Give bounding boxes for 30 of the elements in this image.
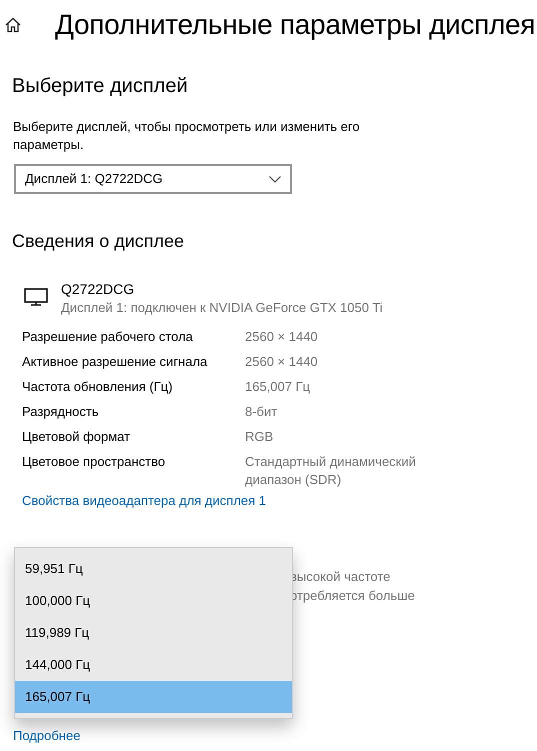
display-dropdown[interactable]: Дисплей 1: Q2722DCG <box>14 164 292 194</box>
property-label: Разрядность <box>22 403 100 421</box>
property-value: 2560 × 1440 <box>245 353 319 371</box>
property-label: Цветовой формат <box>22 428 132 446</box>
menu-item[interactable]: 165,007 Гц <box>15 681 292 713</box>
property-label: Разрешение рабочего стола <box>22 328 194 346</box>
description-text: отребляется больше <box>290 586 415 604</box>
menu-item[interactable]: 100,000 Гц <box>15 585 292 617</box>
chevron-down-icon <box>269 176 281 182</box>
home-icon[interactable] <box>5 17 21 33</box>
property-label: Частота обновления (Гц) <box>22 378 174 396</box>
monitor-name: Q2722DCG <box>61 280 136 298</box>
property-label: Активное разрешение сигнала <box>22 353 208 371</box>
learn-more-link[interactable]: Подробнее <box>13 726 80 746</box>
adapter-properties-link[interactable]: Свойства видеоадаптера для дисплея 1 <box>22 491 266 510</box>
property-value: RGB <box>245 428 274 446</box>
menu-item[interactable]: 59,951 Гц <box>15 553 292 585</box>
section-heading: Выберите дисплей <box>12 76 189 96</box>
property-value: 8-бит <box>245 403 278 421</box>
menu-item[interactable]: 144,000 Гц <box>15 649 292 681</box>
monitor-detail: Дисплей 1: подключен к NVIDIA GeForce GTX 1050 Ti <box>61 299 383 317</box>
monitor-icon <box>24 288 48 306</box>
property-value: 2560 × 1440 <box>245 328 319 346</box>
section-heading: Сведения о дисплее <box>12 232 186 250</box>
property-value: Стандартный динамический диапазон (SDR) <box>245 453 417 489</box>
page-title: Дополнительные параметры дисплея <box>55 11 536 39</box>
property-label: Цветовое пространство <box>22 453 166 471</box>
property-value: 165,007 Гц <box>245 378 312 396</box>
menu-item[interactable]: 119,989 Гц <box>15 617 292 649</box>
description-text: Выберите дисплей, чтобы просмотреть или изменить его параметры. <box>13 118 361 154</box>
